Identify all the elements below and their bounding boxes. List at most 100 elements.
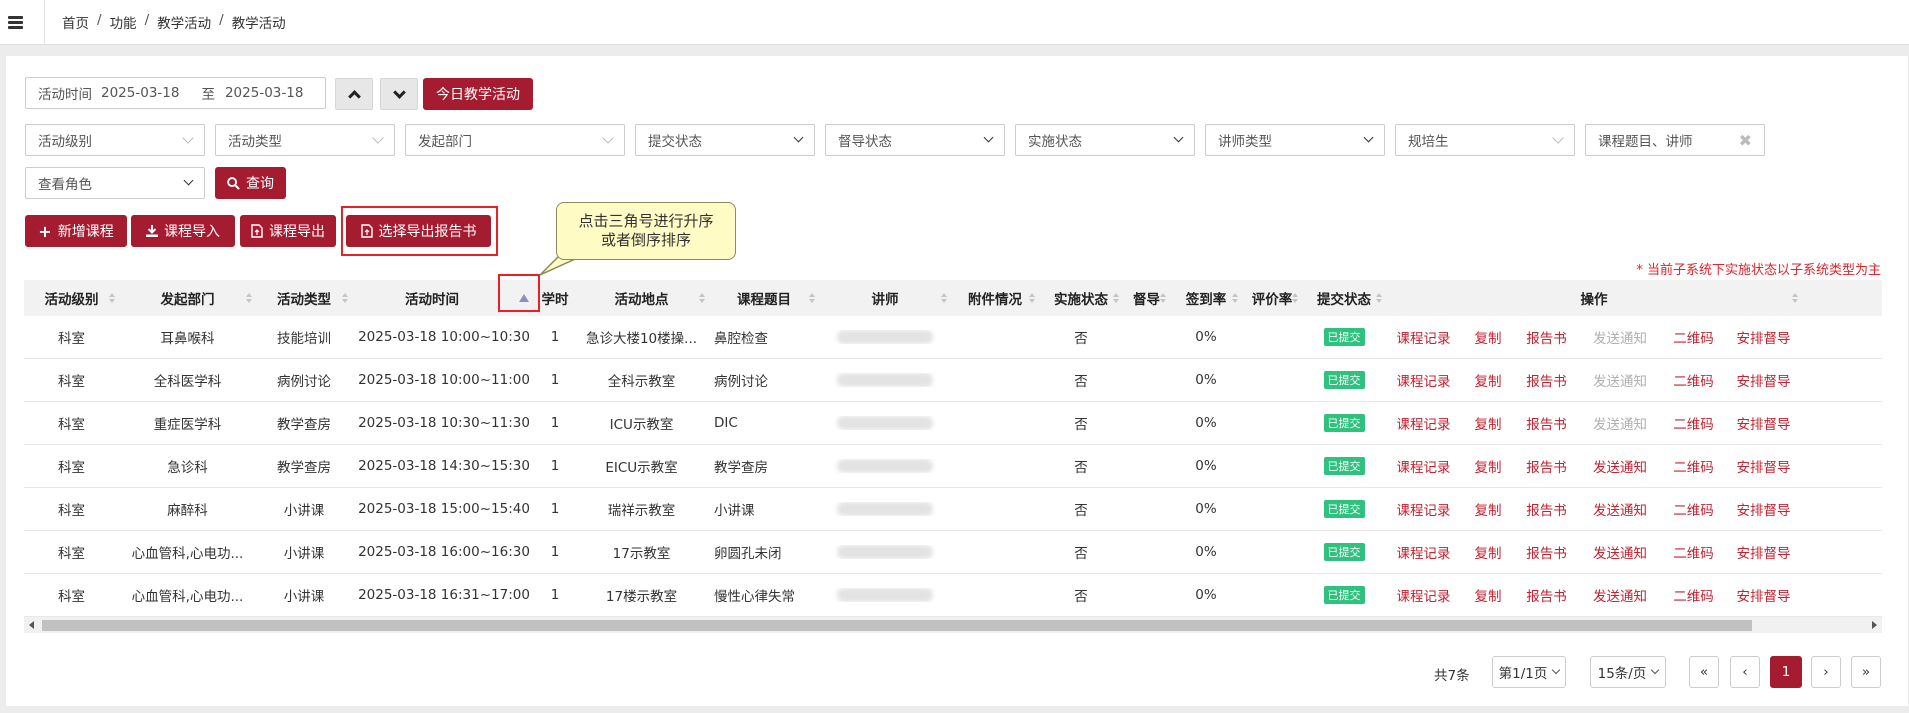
next-day-button[interactable] bbox=[380, 78, 418, 110]
page-1-button[interactable]: 1 bbox=[1770, 656, 1802, 688]
sort-icon[interactable] bbox=[246, 293, 252, 303]
qrcode-link[interactable]: 二维码 bbox=[1662, 327, 1725, 347]
add-course-button[interactable]: + 新增课程 bbox=[25, 215, 127, 247]
sort-icon[interactable] bbox=[109, 293, 115, 303]
scroll-thumb[interactable] bbox=[42, 620, 1752, 631]
copy-link[interactable]: 复制 bbox=[1461, 327, 1515, 347]
import-course-button[interactable]: 课程导入 bbox=[131, 215, 235, 247]
type-select[interactable]: 活动类型 bbox=[215, 124, 395, 156]
lecturer-type-select[interactable]: 讲师类型 bbox=[1205, 124, 1385, 156]
qrcode-link[interactable]: 二维码 bbox=[1662, 542, 1725, 562]
horizontal-scrollbar[interactable] bbox=[24, 617, 1882, 633]
breadcrumb-home[interactable]: 首页 bbox=[62, 12, 89, 32]
arrange-supervise-link[interactable]: 安排督导 bbox=[1725, 542, 1802, 562]
impl-status-select[interactable]: 实施状态 bbox=[1015, 124, 1195, 156]
trainee-select[interactable]: 规培生 bbox=[1395, 124, 1575, 156]
qrcode-link[interactable]: 二维码 bbox=[1662, 370, 1725, 390]
sort-icon[interactable] bbox=[1292, 293, 1298, 303]
page-select[interactable]: 第1/1页 bbox=[1492, 656, 1566, 688]
prev-day-button[interactable] bbox=[335, 78, 373, 110]
sort-icon[interactable] bbox=[809, 293, 815, 303]
last-page-button[interactable]: » bbox=[1851, 656, 1881, 688]
role-select[interactable]: 查看角色 bbox=[25, 167, 205, 199]
course-record-link[interactable]: 课程记录 bbox=[1386, 542, 1461, 562]
first-page-button[interactable]: « bbox=[1689, 656, 1719, 688]
arrange-supervise-link[interactable]: 安排督导 bbox=[1725, 456, 1802, 476]
col-type[interactable]: 活动类型 bbox=[256, 288, 352, 308]
col-attachment[interactable]: 附件情况 bbox=[951, 288, 1039, 308]
report-link[interactable]: 报告书 bbox=[1515, 327, 1578, 347]
col-place[interactable]: 活动地点 bbox=[574, 288, 709, 308]
submit-status-select[interactable]: 提交状态 bbox=[635, 124, 815, 156]
copy-link[interactable]: 复制 bbox=[1461, 542, 1515, 562]
sort-icon[interactable] bbox=[941, 293, 947, 303]
col-hours[interactable]: 学时 bbox=[536, 288, 574, 308]
report-link[interactable]: 报告书 bbox=[1515, 370, 1578, 390]
course-record-link[interactable]: 课程记录 bbox=[1386, 585, 1461, 605]
sort-icon[interactable] bbox=[1029, 293, 1035, 303]
col-impl[interactable]: 实施状态 bbox=[1039, 288, 1123, 308]
arrange-supervise-link[interactable]: 安排督导 bbox=[1725, 413, 1802, 433]
col-submit[interactable]: 提交状态 bbox=[1302, 288, 1386, 308]
arrange-supervise-link[interactable]: 安排督导 bbox=[1725, 499, 1802, 519]
send-notice-link[interactable]: 发送通知 bbox=[1578, 456, 1662, 476]
report-link[interactable]: 报告书 bbox=[1515, 499, 1578, 519]
today-activity-button[interactable]: 今日教学活动 bbox=[423, 78, 533, 110]
col-level[interactable]: 活动级别 bbox=[24, 288, 119, 308]
supervise-status-select[interactable]: 督导状态 bbox=[825, 124, 1005, 156]
qrcode-link[interactable]: 二维码 bbox=[1662, 585, 1725, 605]
sort-icon[interactable] bbox=[1792, 293, 1798, 303]
report-link[interactable]: 报告书 bbox=[1515, 413, 1578, 433]
qrcode-link[interactable]: 二维码 bbox=[1662, 413, 1725, 433]
send-notice-link[interactable]: 发送通知 bbox=[1578, 585, 1662, 605]
course-record-link[interactable]: 课程记录 bbox=[1386, 413, 1461, 433]
report-link[interactable]: 报告书 bbox=[1515, 585, 1578, 605]
scroll-right-icon[interactable] bbox=[1872, 621, 1877, 629]
breadcrumb-function[interactable]: 功能 bbox=[110, 12, 137, 32]
copy-link[interactable]: 复制 bbox=[1461, 499, 1515, 519]
sort-icon[interactable] bbox=[1160, 293, 1166, 303]
keyword-input[interactable]: 课程题目、讲师 ✖ bbox=[1585, 124, 1765, 156]
col-operations[interactable]: 操作 bbox=[1386, 288, 1802, 308]
prev-page-button[interactable]: ‹ bbox=[1730, 656, 1760, 688]
col-supervise[interactable]: 督导 bbox=[1123, 288, 1170, 308]
arrange-supervise-link[interactable]: 安排督导 bbox=[1725, 370, 1802, 390]
send-notice-link[interactable]: 发送通知 bbox=[1578, 542, 1662, 562]
sort-icon[interactable] bbox=[699, 293, 705, 303]
sort-icon[interactable] bbox=[1232, 293, 1238, 303]
copy-link[interactable]: 复制 bbox=[1461, 585, 1515, 605]
qrcode-link[interactable]: 二维码 bbox=[1662, 499, 1725, 519]
arrange-supervise-link[interactable]: 安排督导 bbox=[1725, 585, 1802, 605]
qrcode-link[interactable]: 二维码 bbox=[1662, 456, 1725, 476]
date-end-input[interactable]: 2025-03-18 bbox=[225, 85, 303, 101]
copy-link[interactable]: 复制 bbox=[1461, 370, 1515, 390]
date-start-input[interactable]: 2025-03-18 bbox=[101, 85, 179, 101]
clear-icon[interactable]: ✖ bbox=[1739, 131, 1752, 150]
col-time[interactable]: 活动时间 bbox=[352, 288, 512, 308]
report-link[interactable]: 报告书 bbox=[1515, 456, 1578, 476]
arrange-supervise-link[interactable]: 安排督导 bbox=[1725, 327, 1802, 347]
page-size-select[interactable]: 15条/页 bbox=[1590, 656, 1666, 688]
sort-icon[interactable] bbox=[1376, 293, 1382, 303]
sort-icon[interactable] bbox=[1113, 293, 1119, 303]
export-course-button[interactable]: 课程导出 bbox=[240, 215, 336, 247]
report-link[interactable]: 报告书 bbox=[1515, 542, 1578, 562]
send-notice-link[interactable]: 发送通知 bbox=[1578, 499, 1662, 519]
department-select[interactable]: 发起部门 bbox=[405, 124, 625, 156]
scroll-left-icon[interactable] bbox=[29, 621, 34, 629]
course-record-link[interactable]: 课程记录 bbox=[1386, 327, 1461, 347]
course-record-link[interactable]: 课程记录 bbox=[1386, 499, 1461, 519]
col-sign[interactable]: 签到率 bbox=[1170, 288, 1242, 308]
col-eval[interactable]: 评价率 bbox=[1242, 288, 1302, 308]
level-select[interactable]: 活动级别 bbox=[25, 124, 205, 156]
course-record-link[interactable]: 课程记录 bbox=[1386, 456, 1461, 476]
sort-icon[interactable] bbox=[342, 293, 348, 303]
col-dept[interactable]: 发起部门 bbox=[119, 288, 256, 308]
copy-link[interactable]: 复制 bbox=[1461, 413, 1515, 433]
search-button[interactable]: 查询 bbox=[215, 167, 286, 199]
menu-icon[interactable] bbox=[8, 15, 23, 29]
activity-time-range[interactable]: 活动时间 2025-03-18 至 2025-03-18 bbox=[25, 77, 326, 109]
col-topic[interactable]: 课程题目 bbox=[709, 288, 819, 308]
course-record-link[interactable]: 课程记录 bbox=[1386, 370, 1461, 390]
next-page-button[interactable]: › bbox=[1811, 656, 1841, 688]
